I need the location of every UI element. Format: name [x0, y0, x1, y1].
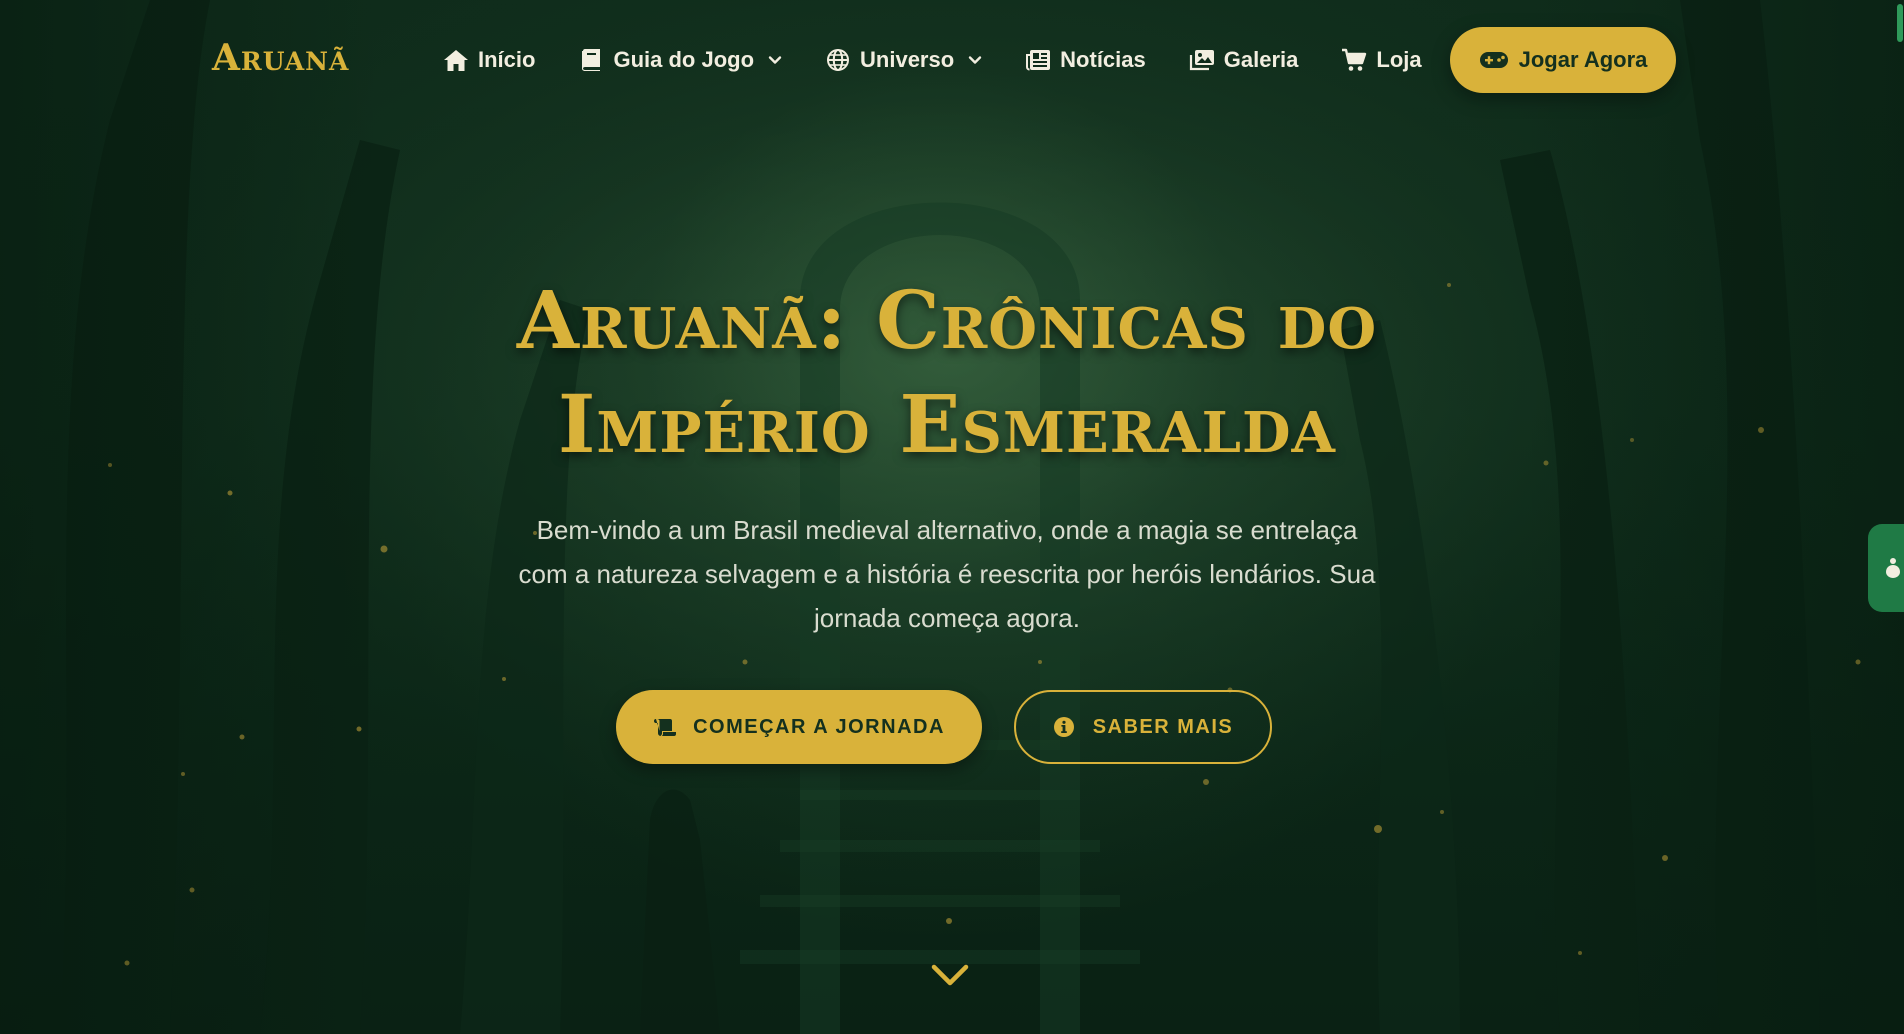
start-journey-label: COMEÇAR A JORNADA — [693, 715, 945, 738]
nav-item-label: Galeria — [1223, 47, 1299, 72]
nav-item-label: Início — [478, 47, 536, 72]
cart-icon — [1341, 48, 1367, 72]
scrollbar-thumb[interactable] — [1897, 4, 1903, 42]
nav-item-label: Guia do Jogo — [613, 47, 755, 72]
home-icon — [443, 48, 469, 72]
brand-logo[interactable]: Aruanã — [212, 36, 349, 80]
nav-item-noticias[interactable]: Notícias — [1025, 47, 1146, 73]
chevron-down-icon — [930, 962, 970, 992]
nav-item-universo[interactable]: Universo — [825, 47, 982, 73]
start-journey-button[interactable]: COMEÇAR A JORNADA — [616, 690, 982, 764]
learn-more-button[interactable]: SABER MAIS — [1014, 690, 1272, 764]
newspaper-icon — [1025, 48, 1051, 72]
book-icon — [578, 48, 604, 72]
nav-item-label: Notícias — [1060, 47, 1146, 72]
globe-icon — [825, 48, 851, 72]
nav-item-label: Loja — [1376, 47, 1422, 72]
gamepad-icon — [1479, 49, 1509, 71]
hero-title-line-1: Aruanã: Crônicas do — [516, 273, 1378, 367]
navbar: Aruanã Início Guia do Jogo Universo Notí… — [0, 0, 1904, 120]
chevron-down-icon — [968, 53, 982, 67]
scrollbar[interactable] — [1896, 0, 1904, 1034]
page: Aruanã Início Guia do Jogo Universo Notí… — [0, 0, 1904, 1034]
nav-item-galeria[interactable]: Galeria — [1189, 47, 1299, 73]
nav-item-guia-do-jogo[interactable]: Guia do Jogo — [578, 47, 782, 73]
nav-item-loja[interactable]: Loja — [1341, 47, 1422, 73]
nav-item-label: Universo — [860, 47, 955, 72]
images-icon — [1189, 48, 1215, 72]
nav-item-inicio[interactable]: Início — [443, 47, 535, 73]
play-now-button[interactable]: Jogar Agora — [1450, 27, 1676, 93]
chevron-down-icon — [768, 53, 782, 67]
hero-title: Aruanã: Crônicas do Império Esmeralda — [352, 268, 1542, 476]
hero-subtitle: Bem-vindo a um Brasil medieval alternati… — [518, 515, 1376, 633]
scroll-icon — [653, 716, 677, 738]
info-circle-icon — [1053, 716, 1077, 738]
learn-more-label: SABER MAIS — [1092, 715, 1234, 738]
main-nav: Início Guia do Jogo Universo Notícias Ga… — [443, 40, 1465, 80]
play-now-label: Jogar Agora — [1518, 47, 1648, 72]
hero-title-line-2: Império Esmeralda — [557, 377, 1337, 471]
scroll-down-button[interactable] — [930, 962, 970, 992]
